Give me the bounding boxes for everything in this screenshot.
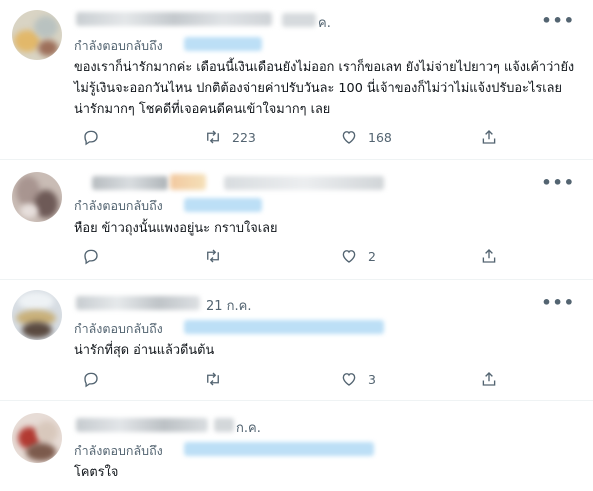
reply-target-handle[interactable]: [184, 198, 262, 212]
heart-icon: [342, 373, 356, 386]
like-count: 168: [368, 129, 392, 145]
retweet-icon: [207, 130, 219, 144]
replying-to-label: กำลังตอบกลับถึง: [74, 38, 163, 53]
reply-tweet[interactable]: ••• กำลังตอบกลับถึง หือย ข้าวถุงนั้นแพงอ…: [0, 160, 593, 280]
reply-target-handle[interactable]: [184, 442, 374, 456]
author-emoji: [170, 174, 206, 190]
like-button[interactable]: 168: [340, 128, 392, 146]
retweet-icon: [207, 249, 219, 263]
reply-button[interactable]: [82, 247, 100, 265]
tweet-actions: 223 168: [74, 128, 514, 148]
heart-icon: [342, 131, 356, 144]
like-count: 3: [368, 371, 376, 387]
replying-to-label: กำลังตอบกลับถึง: [74, 443, 163, 458]
more-options-icon[interactable]: •••: [541, 11, 575, 30]
tweet-date[interactable]: 21 ก.ค.: [206, 295, 252, 316]
tweet-text: น่ารักที่สุด อ่านแล้วดีนต้น: [74, 343, 215, 358]
like-button[interactable]: 2: [340, 247, 376, 265]
reply-tweet[interactable]: ก.ค. กำลังตอบกลับถึง โคตรใจ: [0, 401, 593, 491]
avatar[interactable]: [12, 413, 62, 463]
reply-icon: [84, 249, 98, 265]
retweet-icon: [207, 372, 219, 386]
author-name[interactable]: [76, 12, 272, 26]
avatar[interactable]: [12, 172, 62, 222]
retweet-button[interactable]: [204, 247, 232, 265]
author-name[interactable]: [76, 296, 200, 310]
author-handle[interactable]: [214, 418, 234, 432]
reply-icon: [84, 130, 98, 146]
author-handle[interactable]: [224, 176, 384, 190]
like-button[interactable]: 3: [340, 370, 376, 388]
like-count: 2: [368, 248, 376, 264]
replying-to-label: กำลังตอบกลับถึง: [74, 198, 163, 213]
tweet-text: โคตรใจ: [74, 465, 119, 480]
tweet-actions: 2: [74, 247, 514, 267]
reply-button[interactable]: [82, 128, 100, 146]
reply-button[interactable]: [82, 370, 100, 388]
tweet-actions: 3: [74, 370, 514, 390]
more-options-icon[interactable]: •••: [541, 173, 575, 192]
reply-tweet[interactable]: 21 ก.ค. ••• กำลังตอบกลับถึง น่ารักที่สุด…: [0, 280, 593, 401]
share-icon: [482, 372, 496, 386]
retweet-button[interactable]: 223: [204, 128, 256, 146]
share-icon: [482, 249, 496, 263]
share-button[interactable]: [480, 128, 498, 146]
avatar[interactable]: [12, 10, 62, 60]
reply-target-handle[interactable]: [184, 320, 384, 334]
more-options-icon[interactable]: •••: [541, 293, 575, 312]
replying-to-label: กำลังตอบกลับถึง: [74, 321, 163, 336]
author-name[interactable]: [92, 176, 168, 190]
reply-tweet[interactable]: ค. ••• กำลังตอบกลับถึง ของเราก็น่ารักมาก…: [0, 0, 593, 160]
avatar[interactable]: [12, 290, 62, 340]
reply-target-handle[interactable]: [184, 37, 262, 51]
retweet-count: 223: [232, 129, 256, 145]
tweet-date[interactable]: ค.: [318, 12, 331, 33]
tweet-text: หือย ข้าวถุงนั้นแพงอยู่นะ กราบใจเลย: [74, 221, 278, 236]
heart-icon: [342, 250, 356, 263]
share-button[interactable]: [480, 247, 498, 265]
tweet-text: ของเราก็น่ารักมากค่ะ เดือนนี้เงินเดือนยั…: [74, 60, 575, 117]
author-name[interactable]: [76, 418, 208, 432]
share-icon: [482, 130, 496, 144]
retweet-button[interactable]: [204, 370, 232, 388]
share-button[interactable]: [480, 370, 498, 388]
author-handle[interactable]: [282, 13, 316, 27]
reply-icon: [84, 372, 98, 388]
tweet-date[interactable]: ก.ค.: [236, 417, 261, 438]
